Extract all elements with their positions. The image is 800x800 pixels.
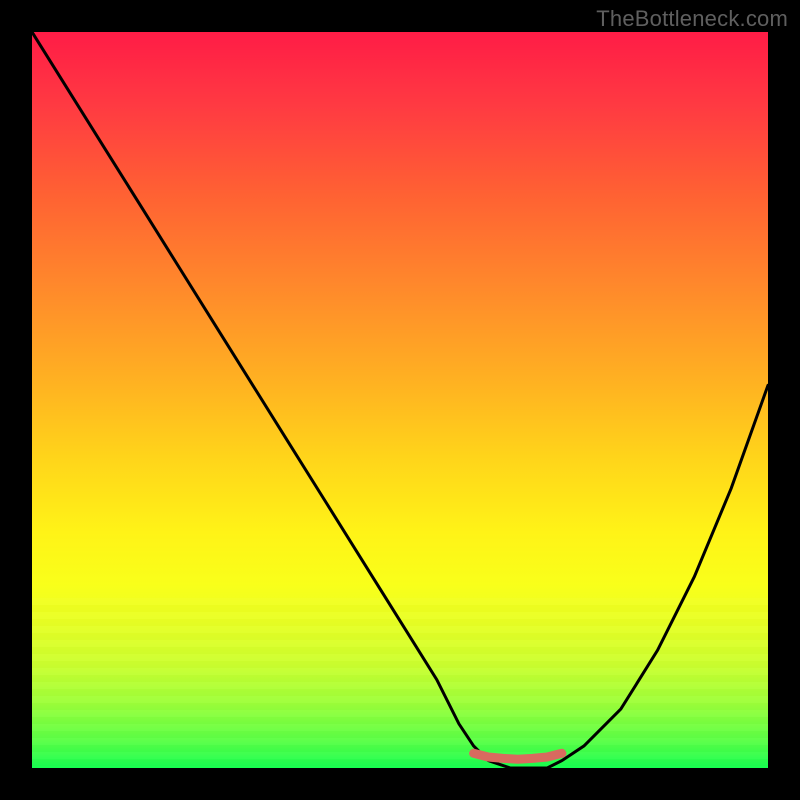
chart-frame: TheBottleneck.com: [0, 0, 800, 800]
bottleneck-curve-line: [32, 32, 768, 768]
optimal-zone-marker: [474, 753, 562, 759]
plot-area: [32, 32, 768, 768]
watermark-text: TheBottleneck.com: [596, 6, 788, 32]
curve-svg: [32, 32, 768, 768]
